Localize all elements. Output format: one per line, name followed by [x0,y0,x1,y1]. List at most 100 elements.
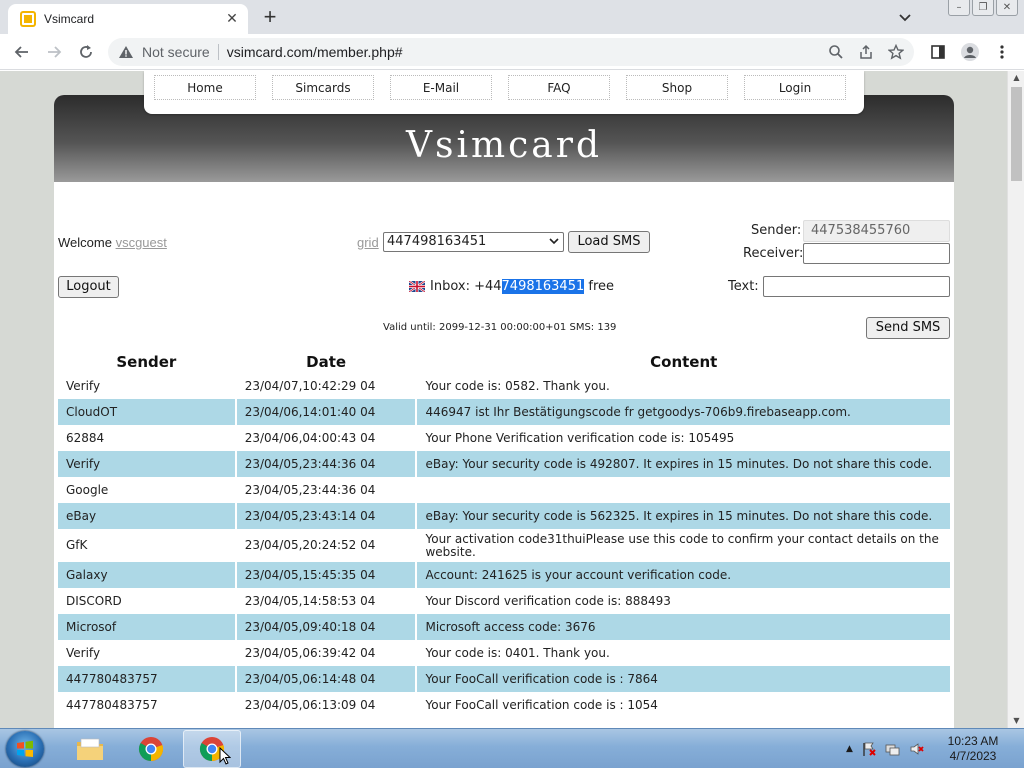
date-cell: 23/04/05,06:13:09 04 [244,698,376,712]
restore-icon[interactable]: ❐ [972,0,994,16]
sender-field[interactable]: 447538455760 [803,220,950,242]
table-row: DISCORD 23/04/05,14:58:53 04 Your Discord … [58,588,950,614]
browser-toolbar: Not secure vsimcard.com/member.php# [0,34,1024,70]
browser-tabstrip: Vsimcard ✕ + – ❐ ✕ [0,0,1024,34]
page-scrollbar[interactable]: ▲ ▼ [1007,71,1024,728]
sms-table: Sender Date Content Verify 23/04/07,10:42… [56,351,952,718]
date-cell: 23/04/05,20:24:52 04 [244,538,376,552]
content-cell: Microsoft access code: 3676 [417,614,950,640]
not-secure-label[interactable]: Not secure [142,44,210,60]
action-center-flag-icon[interactable] [861,741,877,757]
system-clock[interactable]: 10:23 AM 4/7/2023 [936,734,1010,764]
bookmark-star-icon[interactable] [888,44,904,60]
reload-icon[interactable] [74,40,98,64]
username-link[interactable]: vscguest [116,235,167,250]
content-cell: Your Phone Verification verification cod… [425,431,735,445]
load-sms-button[interactable]: Load SMS [568,231,650,253]
scroll-up-icon[interactable]: ▲ [1008,71,1024,85]
date-cell: 23/04/05,23:43:14 04 [236,503,416,529]
date-cell: 23/04/05,14:58:53 04 [244,594,376,608]
header-sender: Sender [116,353,177,371]
mouse-cursor-icon [219,747,231,765]
content-cell: Your code is: 0582. Thank you. [425,379,610,393]
start-button[interactable] [6,731,44,767]
table-header-row: Sender Date Content [58,351,950,373]
kebab-menu-icon[interactable] [990,40,1014,64]
receiver-field[interactable] [803,243,950,264]
clock-date: 4/7/2023 [949,749,997,763]
receiver-label: Receiver: [743,246,804,261]
scrollbar-thumb[interactable] [1011,87,1022,181]
inbox-status: free [584,279,615,294]
sender-cell: Microsof [58,614,235,640]
date-cell: 23/04/05,06:14:48 04 [236,666,416,692]
share-icon[interactable] [858,44,874,60]
content-cell: Your code is: 0401. Thank you. [425,646,610,660]
sender-cell: Verify [66,646,101,660]
volume-muted-icon[interactable] [909,741,925,757]
number-select-value: 447498163451 [387,234,487,249]
date-cell: 23/04/05,23:44:36 04 [244,483,376,497]
nav-home[interactable]: Home [154,75,256,100]
site-nav: Home Simcards E-Mail FAQ Shop Login [144,71,864,114]
sender-cell: GfK [66,538,88,552]
table-row: 62884 23/04/06,04:00:43 04 Your Phone Veri… [58,425,950,451]
address-bar[interactable]: Not secure vsimcard.com/member.php# [108,38,914,66]
search-icon[interactable] [828,44,844,60]
tab-title: Vsimcard [44,12,95,26]
content-cell: Your Discord verification code is: 88849… [425,594,671,608]
new-tab-button[interactable]: + [258,6,282,30]
nav-shop[interactable]: Shop [626,75,728,100]
windows-logo-icon [17,740,33,757]
chrome-active-taskbar-button[interactable] [183,730,241,768]
send-sms-button[interactable]: Send SMS [866,317,950,339]
date-cell: 23/04/05,09:40:18 04 [236,614,416,640]
uk-flag-icon [409,281,425,292]
content-cell [417,477,950,503]
minimize-icon[interactable]: – [948,0,970,16]
warning-icon[interactable] [118,44,134,60]
sms-table-body: Verify 23/04/07,10:42:29 04 Your code is: … [58,373,950,718]
close-tab-icon[interactable]: ✕ [222,9,242,29]
forward-icon[interactable] [42,40,66,64]
table-row: Galaxy 23/04/05,15:45:35 04 Account: 24162… [58,562,950,588]
nav-email[interactable]: E-Mail [390,75,492,100]
text-label: Text: [728,279,759,294]
table-row: 447780483757 23/04/05,06:14:48 04 Your Foo… [58,666,950,692]
welcome-text: Welcome vscguest [58,235,167,250]
date-cell: 23/04/05,15:45:35 04 [236,562,416,588]
omnibox-divider [217,44,219,60]
chrome-taskbar-button[interactable] [122,730,180,768]
nav-faq[interactable]: FAQ [508,75,610,100]
content-cell: Your FooCall verification code is : 1054 [425,698,658,712]
nav-login[interactable]: Login [744,75,846,100]
number-select[interactable]: 447498163451 [383,232,564,252]
grid-link[interactable]: grid [357,235,379,250]
chrome-icon [138,737,164,762]
table-row: Microsof 23/04/05,09:40:18 04 Microsoft ac… [58,614,950,640]
table-row: GfK 23/04/05,20:24:52 04 Your activation c… [58,529,950,562]
url-text[interactable]: vsimcard.com/member.php# [227,44,403,60]
browser-tab[interactable]: Vsimcard ✕ [8,4,248,34]
sender-cell: 447780483757 [58,666,235,692]
back-icon[interactable] [10,40,34,64]
table-row: Verify 23/04/05,23:44:36 04 eBay: Your sec… [58,451,950,477]
sender-cell: DISCORD [66,594,122,608]
taskbar: ▲ 10:23 AM 4/7/2023 [0,728,1024,768]
inbox-line: Inbox: +44 7498163451 free [409,279,614,294]
scroll-down-icon[interactable]: ▼ [1008,714,1024,728]
sender-cell: eBay [58,503,235,529]
close-window-icon[interactable]: ✕ [996,0,1018,16]
text-field[interactable] [763,276,950,297]
profile-avatar-icon[interactable] [958,40,982,64]
logout-button[interactable]: Logout [58,276,119,298]
side-panel-icon[interactable] [926,40,950,64]
table-row: Verify 23/04/05,06:39:42 04 Your code is: … [58,640,950,666]
nav-simcards[interactable]: Simcards [272,75,374,100]
network-icon[interactable] [885,741,901,757]
content-cell: 446947 ist Ihr Bestätigungscode fr getgo… [417,399,950,425]
welcome-label: Welcome [58,235,112,250]
tab-search-chevron-icon[interactable] [896,8,914,26]
show-hidden-icons-icon[interactable]: ▲ [846,744,853,754]
explorer-taskbar-button[interactable] [61,730,119,768]
